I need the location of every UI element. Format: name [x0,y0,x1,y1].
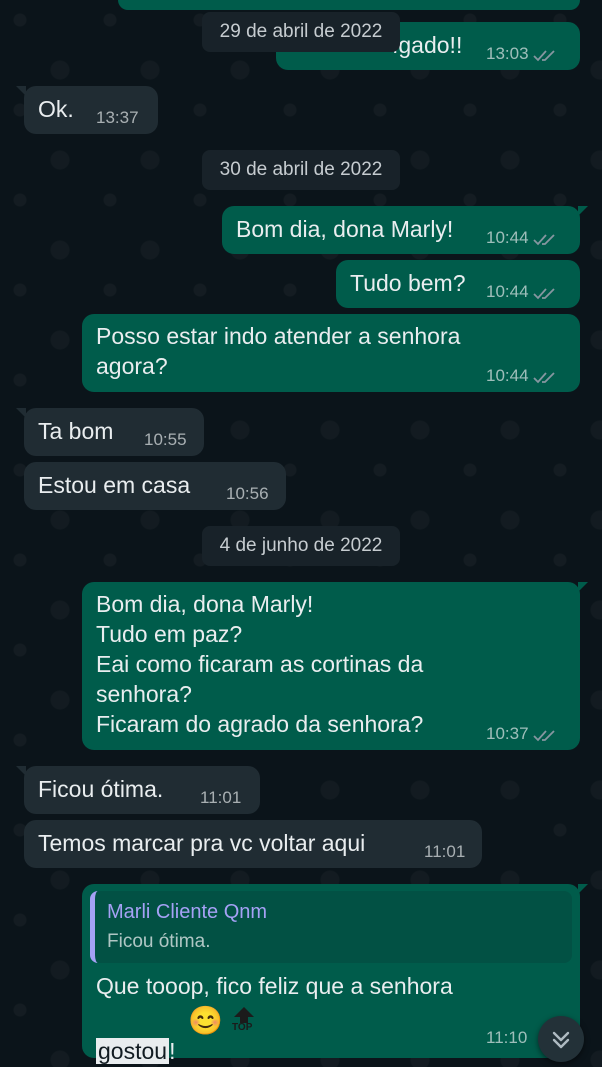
message-time: 10:44 [486,366,559,386]
date-separator: 30 de abril de 2022 [202,150,400,190]
date-separator: 29 de abril de 2022 [202,12,400,52]
partial-top-bubble [118,0,580,10]
double-check-icon [532,49,555,61]
double-check-icon [532,729,555,741]
quote-author: Marli Cliente Qnm [107,901,268,923]
message-text: Ta bom [38,418,114,444]
top-badge: TOP [232,1006,256,1036]
message-outgoing[interactable]: Bom dia, dona Marly! 10:44 [222,206,588,254]
message-text: Tudo bem? [350,270,466,296]
message-text: Que tooop, fico feliz que a senhora [96,973,453,999]
message-time: 11:10 [486,1028,528,1047]
chevron-double-down-icon [552,1031,570,1049]
message-time: 10:44 [486,228,559,248]
message-outgoing[interactable]: Bom dia, dona Marly! Tudo em paz? Eai co… [82,582,588,750]
message-time: 10:56 [226,484,269,503]
double-check-icon [532,371,555,383]
scroll-to-bottom-button[interactable] [538,1016,584,1062]
date-separator: 4 de junho de 2022 [202,526,400,566]
message-text: Bom dia, dona Marly! [236,216,454,242]
message-text: Temos marcar pra vc voltar aqui [38,830,366,856]
message-outgoing[interactable]: Posso estar indo atender a senhora agora… [82,314,580,392]
double-check-icon [532,287,555,299]
message-time: 10:44 [486,282,559,302]
selected-text[interactable]: gostou [96,1038,170,1064]
message-time: 13:37 [96,108,139,127]
top-label: TOP [232,1022,253,1033]
message-incoming[interactable]: Estou em casa 10:56 [24,462,286,510]
quote-text: Ficou ótima. [107,931,211,952]
message-text: Ficou ótima. [38,776,164,802]
message-incoming[interactable]: Ta bom 10:55 [16,408,204,456]
message-text: Bom dia, dona Marly! Tudo em paz? Eai co… [96,591,424,737]
message-text: ígado!! [392,32,463,58]
message-time: 11:01 [424,842,466,861]
message-text-line2: gostou! [96,1038,176,1064]
message-text: Estou em casa [38,472,191,498]
message-incoming[interactable]: Ficou ótima. 11:01 [16,766,260,814]
message-incoming[interactable]: Temos marcar pra vc voltar aqui 11:01 [24,820,482,868]
message-incoming[interactable]: Ok. 13:37 [16,86,158,134]
double-check-icon [532,233,555,245]
message-time: 13:03 [486,44,559,64]
message-time: 10:55 [144,430,187,449]
message-time: 11:01 [200,788,242,807]
message-text: Posso estar indo atender a senhora agora… [96,323,461,379]
message-outgoing[interactable]: Tudo bem? 10:44 [336,260,580,308]
message-time: 10:37 [486,724,559,744]
smile-emoji-icon: 😊 [188,1005,223,1036]
message-text: Ok. [38,96,74,122]
reply-quote[interactable]: Marli Cliente Qnm Ficou ótima. [90,891,572,963]
